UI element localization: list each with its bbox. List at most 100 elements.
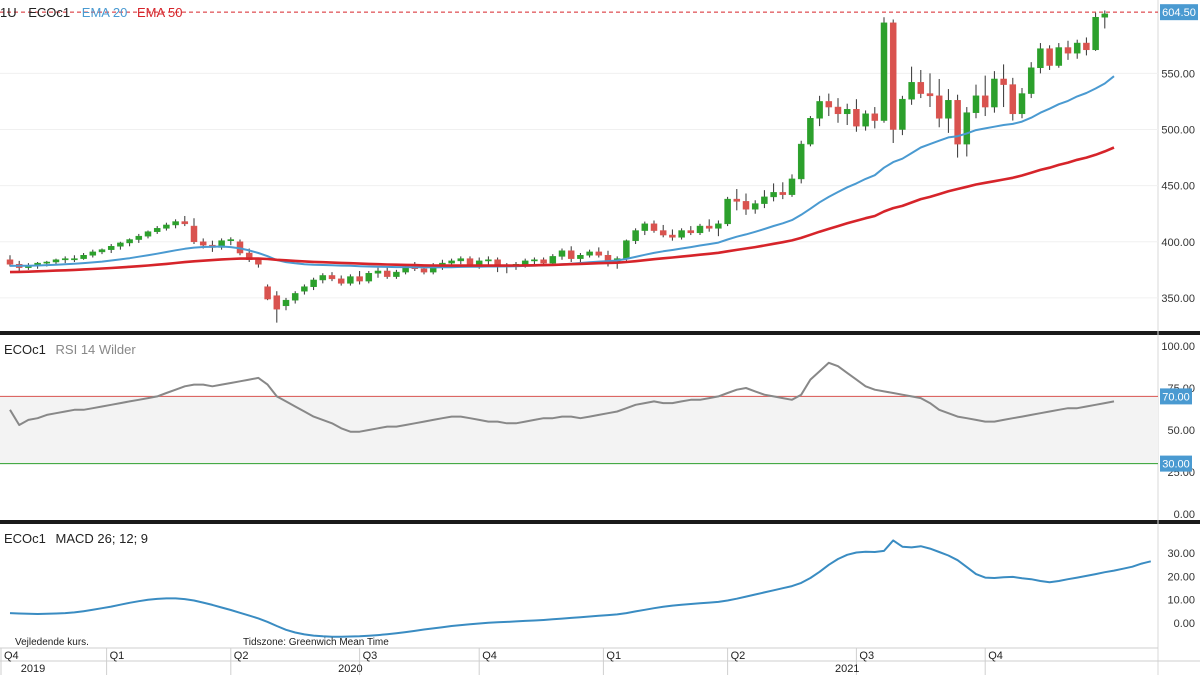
candle-down [659, 230, 667, 236]
candle-down [273, 295, 281, 310]
rsi-symbol: ECOc1 [4, 342, 46, 357]
candle-down [779, 192, 787, 195]
macd-indicator-label: MACD 26; 12; 9 [56, 531, 149, 546]
candle-up [521, 260, 529, 265]
candle-up [374, 270, 382, 274]
candle-up [991, 78, 998, 108]
candle-up [1092, 16, 1099, 51]
candle-up [80, 255, 87, 259]
candle-up [945, 100, 952, 119]
rsi-legend: ECOc1 RSI 14 Wilder [4, 342, 136, 357]
candle-up [89, 251, 97, 256]
candle-up [52, 259, 60, 263]
candle-up [586, 251, 593, 256]
chart-canvas[interactable]: 350.00 400.00 450.00 500.00 550.00 604.50 0.0… [0, 0, 1200, 675]
price-tick-label: 500.00 [1161, 125, 1195, 137]
candle-up [485, 259, 492, 262]
candle-up [153, 228, 161, 232]
candle-up [558, 250, 566, 257]
price-tick-label: 450.00 [1161, 181, 1195, 193]
quarter-label: Q3 [859, 650, 874, 662]
rsi-tick-label: 100.00 [1161, 341, 1195, 353]
panel-divider-price-rsi [0, 331, 1200, 335]
candle-up [908, 82, 915, 100]
rsi-tick-label: 50.00 [1167, 425, 1195, 437]
year-label: 2019 [21, 663, 45, 675]
candle-up [751, 203, 759, 210]
candle-down [1064, 47, 1072, 54]
candle-down [337, 278, 345, 284]
candle-down [567, 250, 575, 259]
candle-down [917, 82, 925, 94]
candle-up [135, 235, 143, 240]
candle-up [319, 275, 327, 281]
candle-down [669, 234, 676, 238]
candle-down [853, 109, 860, 127]
candle-down [742, 201, 750, 210]
candle-up [457, 258, 465, 262]
candle-down [383, 270, 391, 277]
candle-up [880, 22, 888, 121]
macd-tick-label: 0.00 [1174, 618, 1195, 630]
price-tick-label: 350.00 [1161, 293, 1195, 305]
candle-up [531, 259, 538, 262]
candle-up [163, 224, 170, 229]
candle-down [540, 259, 547, 264]
candle-up [1055, 47, 1063, 66]
stock-chart: 350.00 400.00 450.00 500.00 550.00 604.50 0.0… [0, 0, 1200, 675]
quarter-label: Q1 [606, 650, 621, 662]
candle-down [954, 100, 961, 145]
candle-up [301, 286, 308, 292]
candle-up [1018, 93, 1026, 115]
candle-up [1073, 42, 1081, 54]
quarter-label: Q1 [110, 650, 125, 662]
candle-down [181, 221, 189, 225]
candle-up [1027, 67, 1035, 94]
candle-up [71, 258, 78, 261]
quarter-label: Q4 [4, 650, 19, 662]
last-price-label: 604.50 [1162, 7, 1196, 19]
candle-down [705, 225, 713, 229]
candle-up [623, 240, 630, 259]
panel-divider-rsi-macd [0, 520, 1200, 524]
candle-up [107, 246, 115, 250]
candle-down [1083, 42, 1090, 51]
macd-symbol: ECOc1 [4, 531, 46, 546]
candle-up [172, 221, 179, 226]
candle-up [291, 293, 299, 301]
candle-up [761, 196, 768, 204]
candle-up [899, 98, 906, 130]
candle-down [871, 113, 879, 121]
candle-down [255, 259, 262, 265]
quarter-label: Q4 [988, 650, 1003, 662]
candle-down [264, 286, 271, 300]
macd-tick-label: 30.00 [1167, 548, 1195, 560]
candle-up [843, 109, 851, 115]
candle-down [926, 93, 934, 97]
candle-down [356, 276, 363, 282]
macd-tick-label: 20.00 [1167, 571, 1195, 583]
candle-up [641, 223, 649, 231]
disclaimer-text: Vejledende kurs. [15, 637, 89, 648]
candle-up [862, 113, 869, 127]
quarter-label: Q4 [482, 650, 497, 662]
candle-down [650, 223, 658, 231]
candle-up [696, 225, 704, 234]
candle-up [807, 118, 814, 145]
candle-up [227, 239, 235, 241]
candle-up [724, 198, 731, 225]
chart-legend: 1U ECOc1 EMA 20 EMA 50 [0, 5, 182, 20]
candle-up [963, 112, 971, 145]
candle-up [393, 271, 400, 277]
ema50-legend: EMA 50 [137, 5, 183, 20]
year-label: 2020 [338, 663, 362, 675]
candle-up [797, 143, 805, 180]
candle-up [282, 299, 290, 307]
candle-up [770, 192, 777, 198]
candle-up [549, 256, 557, 264]
candle-up [1037, 48, 1044, 69]
candle-up [577, 255, 584, 259]
price-tick-label: 400.00 [1161, 237, 1195, 249]
candle-up [126, 239, 133, 244]
candle-up [678, 230, 685, 238]
